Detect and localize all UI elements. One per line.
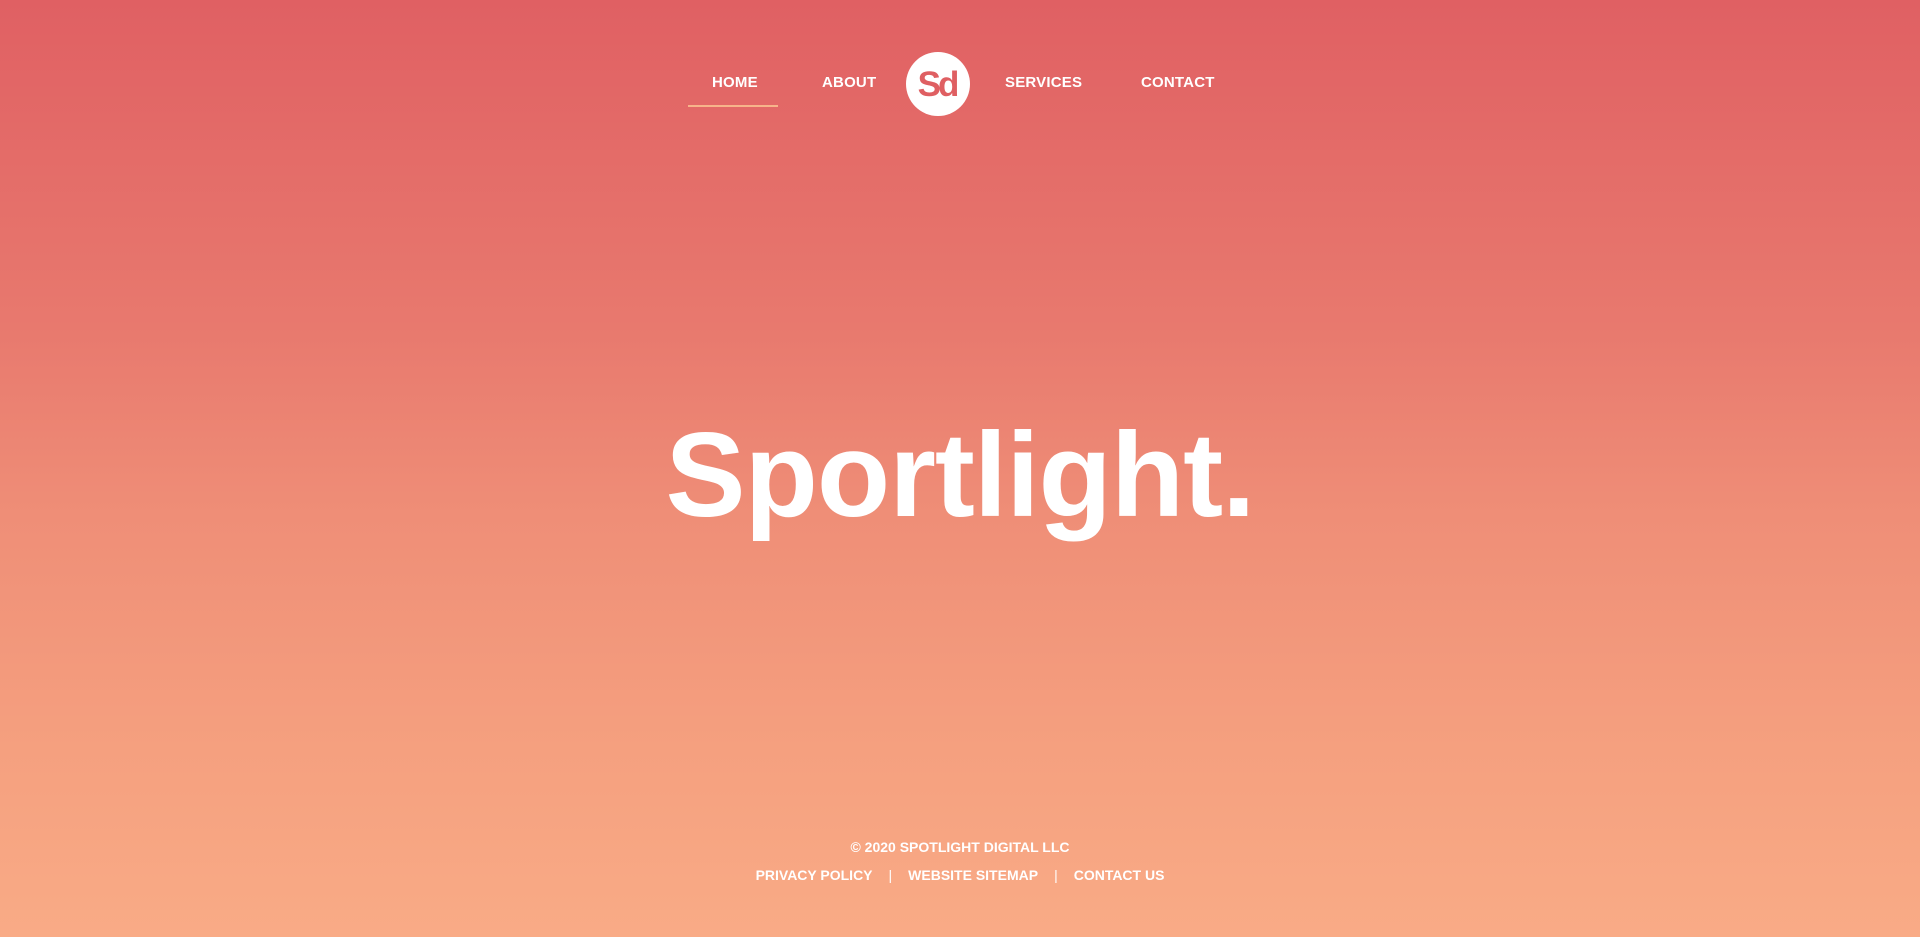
hero-title: Sportlight. <box>665 408 1256 542</box>
footer-separator: | <box>1054 867 1058 883</box>
logo-monogram: Sd <box>917 65 960 104</box>
contact-us-link[interactable]: CONTACT US <box>1074 867 1165 883</box>
site-logo[interactable]: Sd <box>906 52 970 116</box>
footer-links: PRIVACY POLICY | WEBSITE SITEMAP | CONTA… <box>0 867 1920 883</box>
footer-separator: | <box>888 867 893 883</box>
site-footer: © 2020 SPOTLIGHT DIGITAL LLC PRIVACY POL… <box>0 838 1920 883</box>
copyright-text: © 2020 SPOTLIGHT DIGITAL LLC <box>850 839 1070 855</box>
nav-contact-link[interactable]: CONTACT <box>1141 74 1215 91</box>
nav-services-link[interactable]: SERVICES <box>1005 74 1082 91</box>
active-nav-indicator <box>688 105 778 107</box>
nav-about-link[interactable]: ABOUT <box>822 74 876 91</box>
main-nav: HOME ABOUT Sd SERVICES CONTACT <box>0 52 1920 118</box>
privacy-policy-link[interactable]: PRIVACY POLICY <box>756 867 873 883</box>
nav-home-link[interactable]: HOME <box>712 74 758 91</box>
website-sitemap-link[interactable]: WEBSITE SITEMAP <box>908 867 1038 883</box>
